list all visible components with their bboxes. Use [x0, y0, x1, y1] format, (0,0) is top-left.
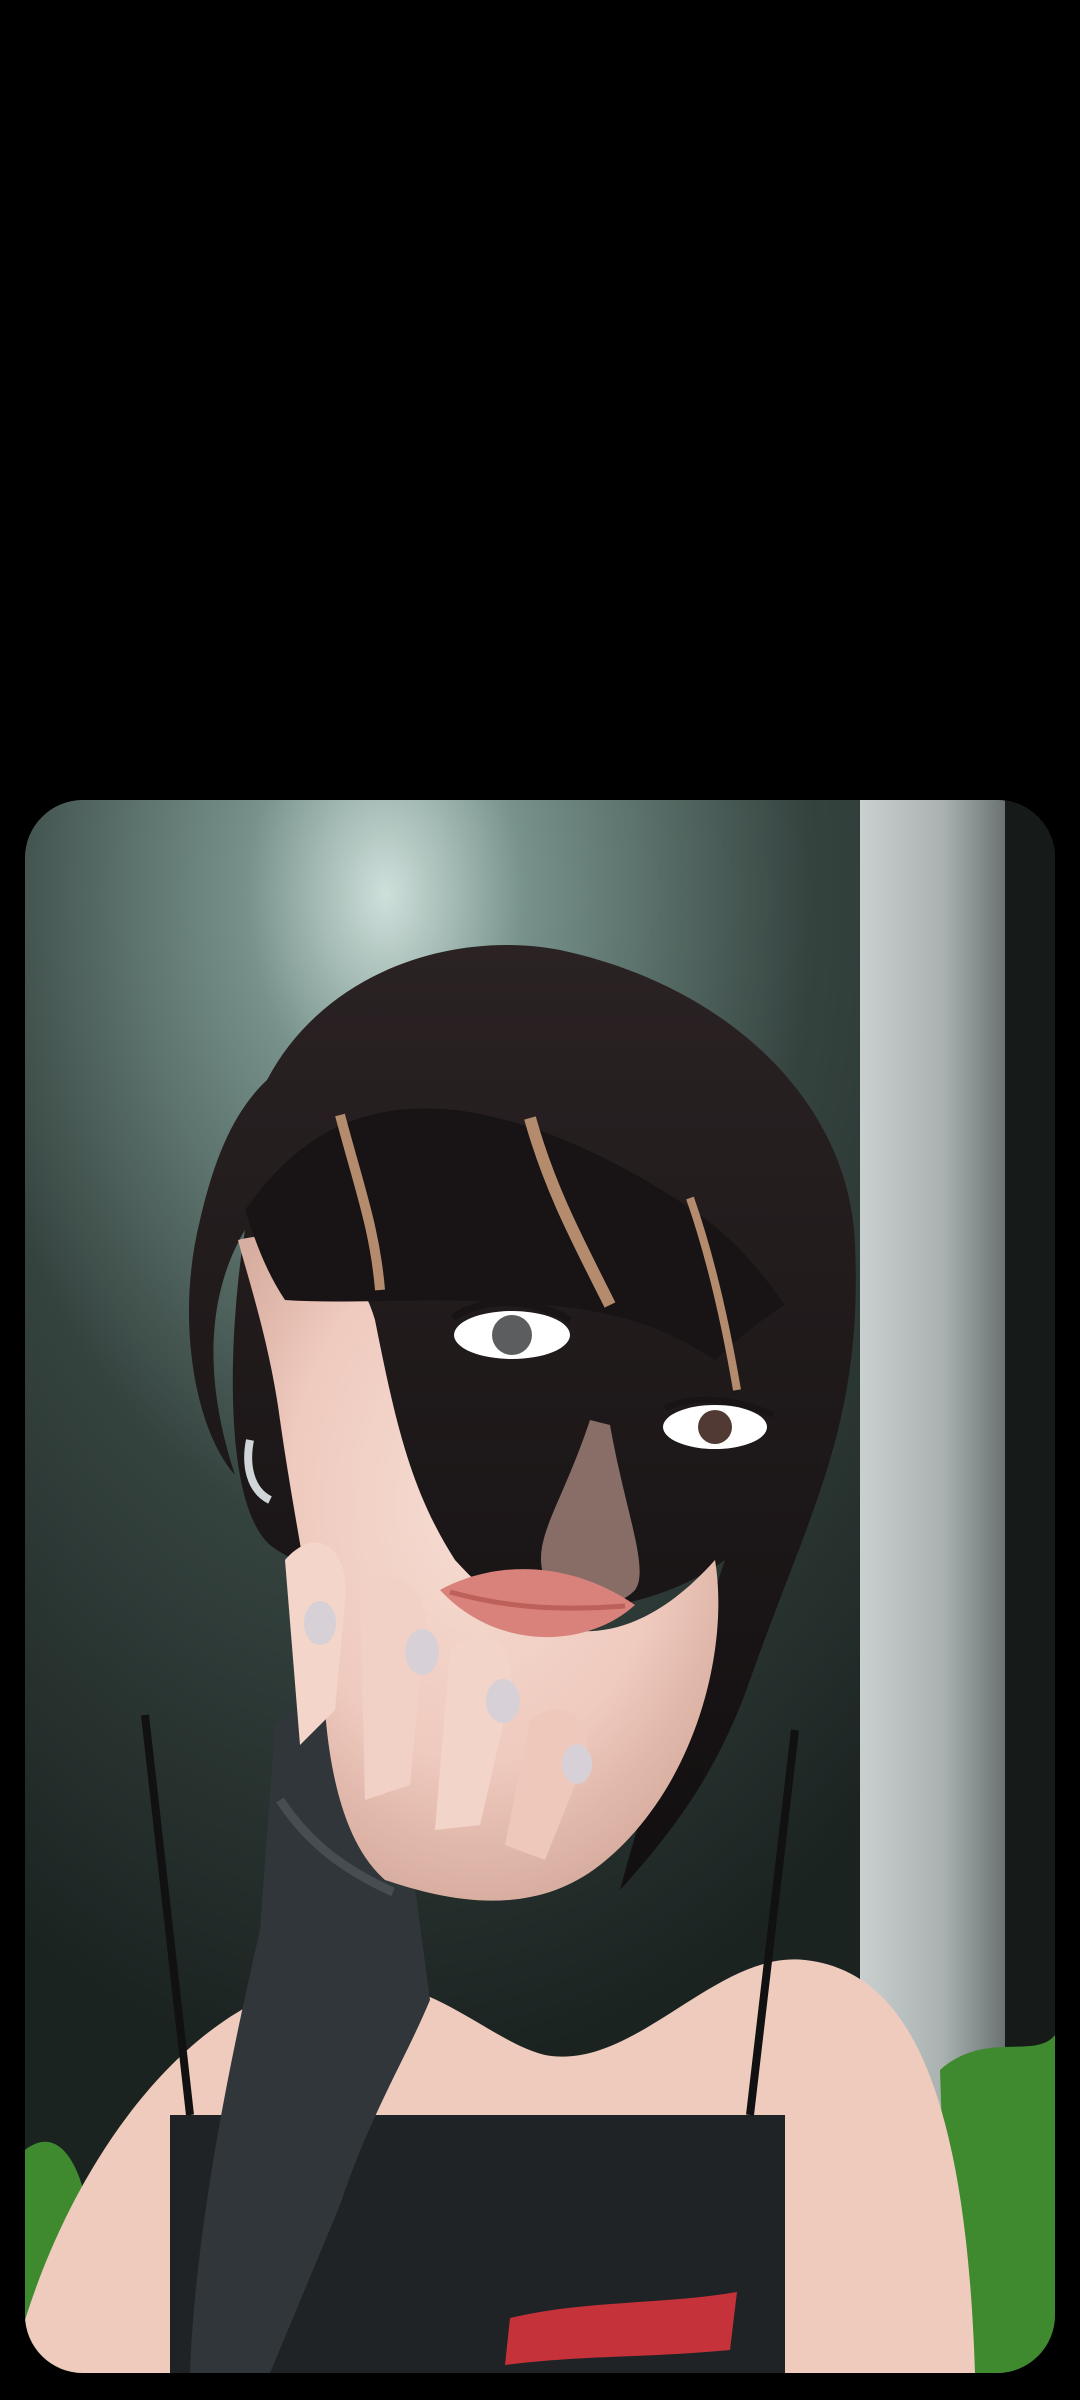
black-top-area: [0, 0, 1080, 800]
portrait-illustration: [25, 800, 1055, 2373]
nail-four: [562, 1744, 592, 1784]
nail-two: [405, 1629, 439, 1675]
phone-screen: [0, 0, 1080, 2400]
nail-one: [304, 1601, 336, 1645]
right-iris: [698, 1410, 732, 1444]
portrait-photo: [25, 800, 1055, 2373]
nail-three: [486, 1679, 520, 1723]
left-iris: [492, 1315, 532, 1355]
